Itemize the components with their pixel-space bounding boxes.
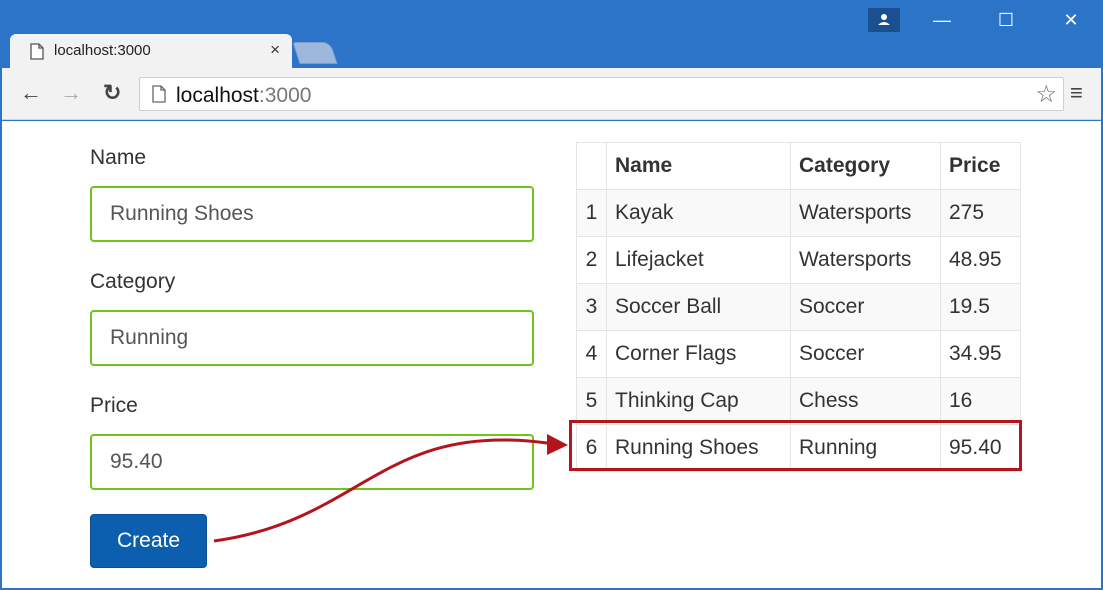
page-icon: [30, 43, 44, 60]
back-icon[interactable]: ←: [20, 80, 42, 106]
tab-title: localhost:3000: [54, 42, 151, 59]
page-icon: [152, 85, 166, 103]
close-window-button[interactable]: ✕: [1046, 6, 1096, 34]
forward-icon[interactable]: →: [60, 80, 82, 106]
bookmark-star-icon[interactable]: ☆: [1035, 80, 1057, 109]
browser-tab[interactable]: localhost:3000 ×: [10, 34, 292, 68]
annotation-arrow: [213, 434, 568, 543]
user-icon: [878, 14, 890, 25]
url-host: localhost: [176, 84, 259, 107]
url-text: localhost:3000: [176, 84, 311, 108]
url-port: :3000: [258, 84, 312, 107]
tab-close-icon[interactable]: ×: [270, 40, 280, 60]
address-bar[interactable]: localhost:3000 ☆: [139, 77, 1064, 111]
menu-icon[interactable]: ≡: [1070, 80, 1083, 106]
title-bar: localhost:3000 × — ☐ ✕: [0, 0, 1103, 68]
browser-toolbar: ← → ↻ localhost:3000 ☆ ≡: [2, 68, 1101, 120]
minimize-button[interactable]: —: [917, 6, 967, 34]
page-content: Name Category Price Create Name Category…: [2, 121, 1101, 588]
maximize-button[interactable]: ☐: [981, 6, 1031, 34]
profile-button[interactable]: [868, 8, 900, 32]
reload-icon[interactable]: ↻: [103, 80, 121, 106]
new-tab-button[interactable]: [292, 42, 338, 64]
browser-window: localhost:3000 × — ☐ ✕ ← → ↻ localhost:3…: [0, 0, 1103, 590]
